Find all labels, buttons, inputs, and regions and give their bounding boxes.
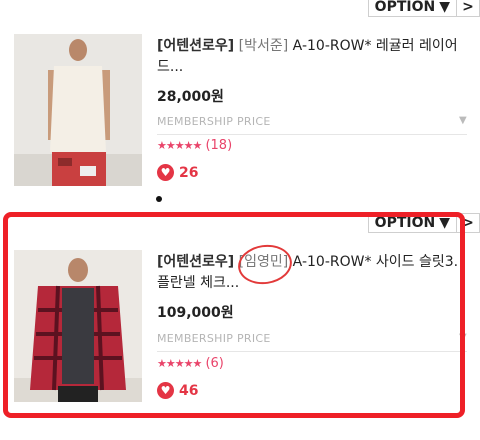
chevron-right-icon: > xyxy=(462,215,474,231)
chevron-down-icon: ▼ xyxy=(439,215,450,231)
product-photo-model-flannel xyxy=(14,250,142,402)
product-card[interactable]: [어텐션로우] [박서준] A-10-ROW* 레귤러 레이어드... 28,0… xyxy=(0,34,480,224)
like-button[interactable]: ♥ 26 xyxy=(157,164,198,181)
star-rating-icon: ★★★★★ xyxy=(157,139,202,152)
option-label: OPTION xyxy=(374,0,436,15)
membership-price-row[interactable]: MEMBERSHIP PRICE ▼ xyxy=(157,115,467,135)
person-tag: [박서준] xyxy=(238,38,289,54)
price: 109,000원 xyxy=(157,305,234,321)
product-image[interactable] xyxy=(14,250,142,402)
rating[interactable]: ★★★★★ (6) xyxy=(157,356,224,371)
heart-icon: ♥ xyxy=(157,382,174,399)
membership-label: MEMBERSHIP PRICE xyxy=(157,115,271,128)
person-tag: [임영민] xyxy=(238,254,289,270)
price: 28,000원 xyxy=(157,89,224,105)
pagination-dot xyxy=(156,196,162,202)
expand-caret-icon: ▼ xyxy=(459,115,467,126)
option-bar: OPTION ▼ > xyxy=(367,0,480,17)
like-count: 26 xyxy=(179,164,199,181)
next-button[interactable]: > xyxy=(457,213,480,233)
option-button[interactable]: OPTION ▼ xyxy=(367,213,457,233)
product-title[interactable]: [어텐션로우] [박서준] A-10-ROW* 레귤러 레이어드... xyxy=(157,36,467,78)
option-button[interactable]: OPTION ▼ xyxy=(367,0,457,17)
product-photo-model-sleeveless xyxy=(14,34,142,186)
membership-label: MEMBERSHIP PRICE xyxy=(157,332,271,345)
brand-name: [어텐션로우] xyxy=(157,254,235,270)
expand-caret-icon: ▼ xyxy=(459,332,467,343)
option-label: OPTION xyxy=(374,215,436,231)
option-bar: OPTION ▼ > xyxy=(367,213,480,233)
product-title[interactable]: [어텐션로우] [임영민] A-10-ROW* 사이드 슬릿3. 플란넬 체크.… xyxy=(157,252,467,294)
heart-icon: ♥ xyxy=(157,164,174,181)
star-rating-icon: ★★★★★ xyxy=(157,357,202,370)
review-count: (18) xyxy=(205,138,233,153)
brand-name: [어텐션로우] xyxy=(157,38,235,54)
review-count: (6) xyxy=(205,356,224,371)
rating[interactable]: ★★★★★ (18) xyxy=(157,138,232,153)
chevron-down-icon: ▼ xyxy=(439,0,450,15)
next-button[interactable]: > xyxy=(457,0,480,17)
like-count: 46 xyxy=(179,382,199,399)
product-card[interactable]: [어텐션로우] [임영민] A-10-ROW* 사이드 슬릿3. 플란넬 체크.… xyxy=(0,250,480,440)
membership-price-row[interactable]: MEMBERSHIP PRICE ▼ xyxy=(157,332,467,352)
chevron-right-icon: > xyxy=(462,0,474,15)
product-image[interactable] xyxy=(14,34,142,186)
like-button[interactable]: ♥ 46 xyxy=(157,382,198,399)
